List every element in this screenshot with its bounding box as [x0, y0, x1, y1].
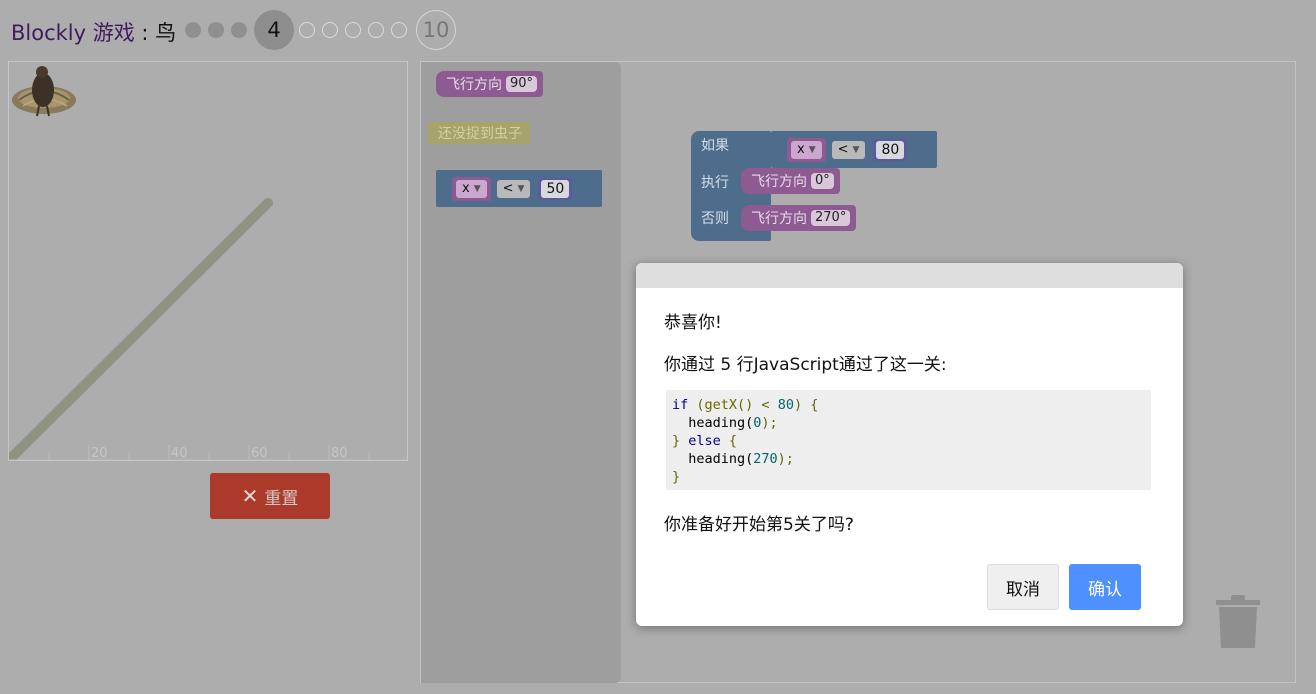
summary-text: 你通过 5 行JavaScript通过了这一关:: [664, 355, 947, 375]
code-line-4: heading(270);: [672, 451, 794, 467]
level-selector: 4 10: [185, 10, 461, 50]
number-field[interactable]: 50: [541, 179, 570, 198]
wall-line: [9, 198, 273, 460]
level-dot-3[interactable]: [231, 22, 247, 38]
trash-can-icon[interactable]: [1216, 594, 1260, 650]
do-label: 执行: [701, 175, 729, 191]
reset-label: 重置: [264, 488, 299, 509]
game-canvas: 20 40 60 80: [9, 198, 407, 461]
ok-button[interactable]: 确认: [1069, 564, 1141, 610]
condition-compare-block[interactable]: x ▼ < ▼ 80: [771, 131, 937, 168]
code-line-5: }: [672, 469, 681, 485]
close-icon: ✕: [241, 484, 259, 508]
code-line-3: } else {: [672, 433, 738, 449]
operator-dropdown[interactable]: < ▼: [496, 179, 531, 198]
game-visualization: 20 40 60 80: [8, 61, 408, 461]
tick-label-80: 80: [331, 446, 348, 461]
heading-angle-field[interactable]: 270°: [811, 210, 851, 226]
heading-angle-field[interactable]: 0°: [811, 173, 834, 189]
heading-angle-field[interactable]: 90°: [506, 76, 538, 92]
level-dot-6[interactable]: [322, 22, 338, 38]
level-current[interactable]: 4: [254, 10, 294, 50]
var-dropdown[interactable]: x ▼: [791, 140, 822, 159]
bird-in-nest-icon: [12, 66, 76, 117]
heading-block-label: 飞行方向: [751, 174, 807, 190]
tick-label-60: 60: [251, 446, 268, 461]
toolbox-compare-block[interactable]: x ▼ < ▼ 50: [436, 170, 602, 207]
level-dot-2[interactable]: [208, 22, 224, 38]
heading-block-label: 飞行方向: [446, 77, 502, 93]
var-dropdown[interactable]: x ▼: [456, 179, 487, 198]
do-heading-block[interactable]: 飞行方向 0°: [741, 168, 840, 194]
level-dot-5[interactable]: [299, 22, 315, 38]
else-label: 否则: [701, 211, 729, 227]
success-dialog: 恭喜你! 你通过 5 行JavaScript通过了这一关: if (getX()…: [636, 263, 1183, 626]
level-dot-8[interactable]: [368, 22, 384, 38]
dropdown-arrow-icon: ▼: [517, 183, 525, 194]
cancel-button[interactable]: 取消: [987, 564, 1059, 610]
operator-dropdown[interactable]: < ▼: [831, 140, 866, 159]
number-block[interactable]: 50: [538, 177, 573, 200]
level-dot-1[interactable]: [185, 22, 201, 38]
next-level-question: 你准备好开始第5关了吗?: [664, 515, 854, 535]
if-label: 如果: [701, 138, 729, 154]
toolbox-no-worm-block[interactable]: 还没捉到虫子: [428, 122, 530, 144]
code-line-2: heading(0);: [672, 415, 778, 431]
dropdown-arrow-icon: ▼: [852, 144, 860, 155]
condition-var-block[interactable]: x ▼: [787, 137, 826, 162]
congrats-text: 恭喜你!: [664, 313, 722, 333]
no-worm-label: 还没捉到虫子: [438, 126, 522, 142]
game-name: 鸟: [155, 21, 177, 45]
tick-label-40: 40: [171, 446, 188, 461]
reset-button[interactable]: ✕ 重置: [210, 473, 330, 519]
number-block[interactable]: 80: [873, 138, 908, 161]
level-last[interactable]: 10: [416, 10, 456, 50]
else-heading-block[interactable]: 飞行方向 270°: [741, 205, 857, 231]
code-block: if (getX() < 80) { heading(0); } else { …: [666, 390, 1151, 490]
toolbox-var-block[interactable]: x ▼: [452, 176, 491, 201]
header: Blockly 游戏 : 鸟 4 10: [0, 0, 1316, 60]
brand-link[interactable]: Blockly 游戏: [11, 21, 135, 45]
dropdown-arrow-icon: ▼: [473, 183, 481, 194]
dropdown-arrow-icon: ▼: [808, 144, 816, 155]
level-dot-9[interactable]: [391, 22, 407, 38]
dialog-header: [636, 263, 1183, 288]
heading-block-label: 飞行方向: [751, 211, 807, 227]
block-toolbox-flyout[interactable]: [421, 62, 621, 683]
toolbox-heading-block[interactable]: 飞行方向 90°: [436, 71, 544, 97]
title-separator: :: [134, 21, 156, 45]
code-line-1: if (getX() < 80) {: [672, 397, 819, 413]
tick-label-20: 20: [91, 446, 108, 461]
number-field[interactable]: 80: [876, 140, 905, 159]
page-title: Blockly 游戏 : 鸟: [11, 17, 176, 47]
level-dot-7[interactable]: [345, 22, 361, 38]
